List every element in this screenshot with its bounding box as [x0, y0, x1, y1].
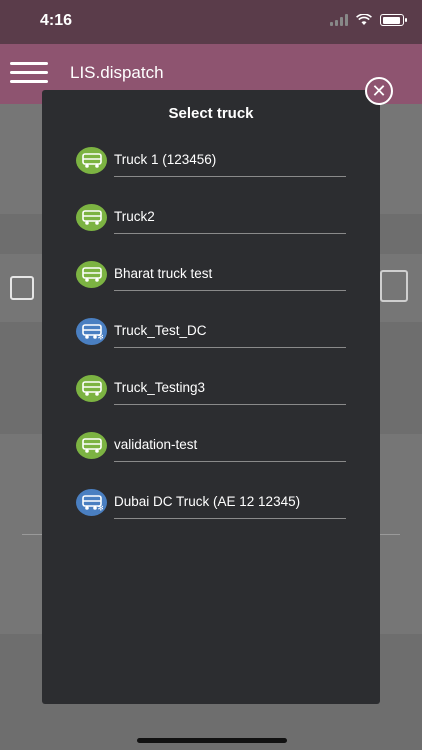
truck-icon: [76, 261, 107, 288]
app-title: LIS.dispatch: [70, 63, 164, 82]
truck-list: Truck 1 (123456) Truck2 Bharat truck tes…: [42, 142, 380, 541]
calendar-icon: [10, 276, 34, 300]
truck-snowflake-icon: ✻: [76, 318, 107, 345]
divider: [114, 518, 346, 519]
truck-list-item[interactable]: validation-test: [42, 427, 380, 484]
truck-list-item[interactable]: Truck_Testing3: [42, 370, 380, 427]
divider: [114, 461, 346, 462]
truck-icon: [76, 204, 107, 231]
status-icons: [330, 14, 407, 26]
home-indicator[interactable]: [137, 738, 287, 743]
divider: [114, 347, 346, 348]
truck-icon: [76, 375, 107, 402]
truck-list-item[interactable]: ✻ Dubai DC Truck (AE 12 12345): [42, 484, 380, 541]
cellular-signal-icon: [330, 14, 348, 26]
divider: [114, 233, 346, 234]
divider: [114, 290, 346, 291]
truck-name: Truck_Testing3: [114, 380, 206, 395]
document-view-icon: [380, 270, 408, 302]
truck-icon: [76, 147, 107, 174]
truck-name: Truck 1 (123456): [114, 152, 217, 167]
truck-list-item[interactable]: Truck 1 (123456): [42, 142, 380, 199]
truck-snowflake-icon: ✻: [76, 489, 107, 516]
close-icon[interactable]: ✕: [365, 77, 393, 105]
truck-list-item[interactable]: ✻ Truck_Test_DC: [42, 313, 380, 370]
status-time: 4:16: [40, 12, 73, 29]
truck-name: Dubai DC Truck (AE 12 12345): [114, 494, 301, 509]
truck-name: Bharat truck test: [114, 266, 213, 281]
divider: [114, 404, 346, 405]
truck-icon: [76, 432, 107, 459]
select-truck-dialog: Select truck Truck 1 (123456) Truck2 Bha…: [42, 90, 380, 704]
truck-name: Truck_Test_DC: [114, 323, 207, 338]
wifi-icon: [356, 14, 372, 25]
truck-name: validation-test: [114, 437, 198, 452]
battery-icon: [380, 14, 407, 26]
status-bar: 4:16: [0, 0, 422, 44]
divider: [114, 176, 346, 177]
svg-text:✻: ✻: [97, 503, 103, 511]
hamburger-menu-icon[interactable]: [10, 62, 48, 86]
dialog-title: Select truck: [168, 105, 254, 122]
truck-list-item[interactable]: Bharat truck test: [42, 256, 380, 313]
truck-name: Truck2: [114, 209, 155, 224]
truck-list-item[interactable]: Truck2: [42, 199, 380, 256]
svg-text:✻: ✻: [97, 332, 103, 340]
